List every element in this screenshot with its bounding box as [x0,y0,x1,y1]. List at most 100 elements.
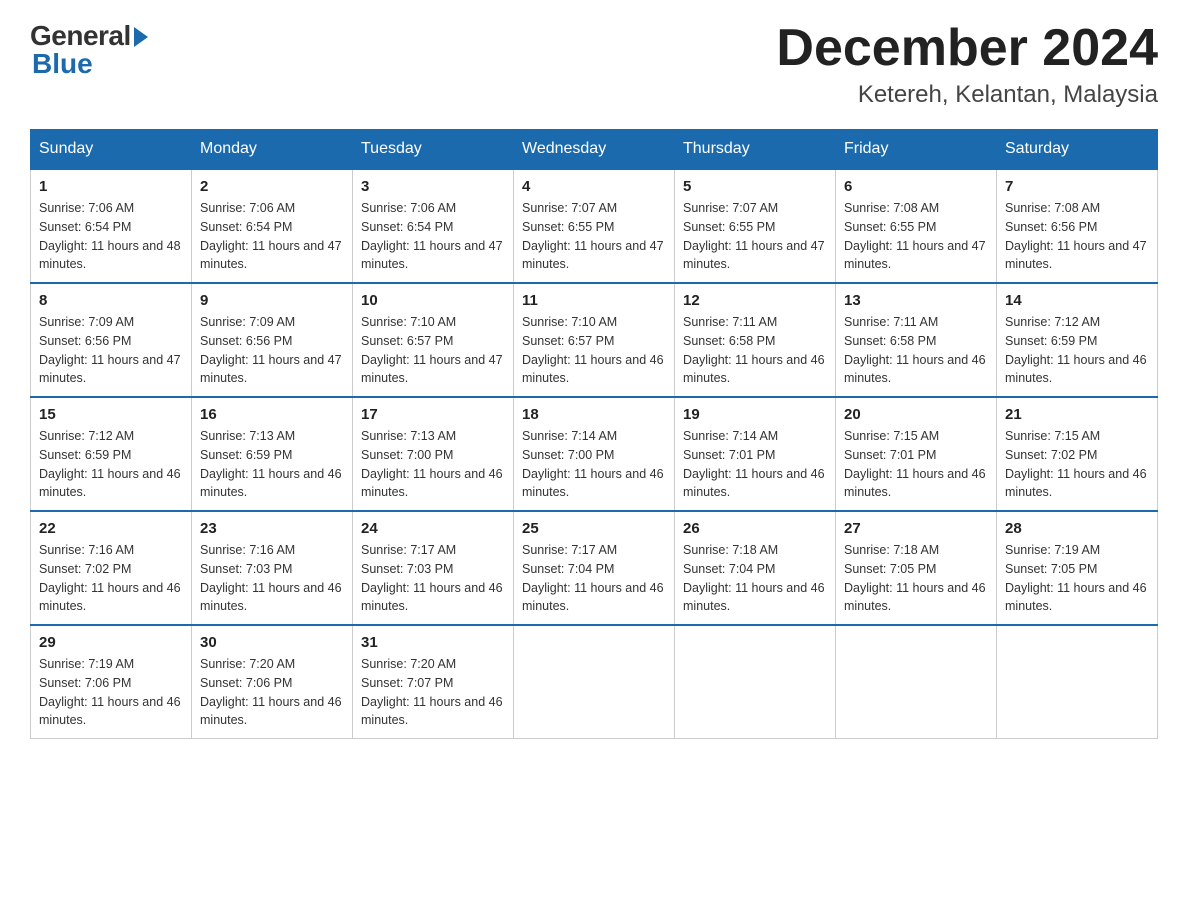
day-info: Sunrise: 7:07 AMSunset: 6:55 PMDaylight:… [683,199,827,274]
day-number: 7 [1005,178,1149,195]
day-number: 1 [39,178,183,195]
day-info: Sunrise: 7:19 AMSunset: 7:06 PMDaylight:… [39,655,183,730]
table-row: 20 Sunrise: 7:15 AMSunset: 7:01 PMDaylig… [836,397,997,511]
table-row: 30 Sunrise: 7:20 AMSunset: 7:06 PMDaylig… [192,625,353,739]
table-row: 3 Sunrise: 7:06 AMSunset: 6:54 PMDayligh… [353,169,514,283]
day-number: 13 [844,292,988,309]
day-number: 27 [844,520,988,537]
day-info: Sunrise: 7:07 AMSunset: 6:55 PMDaylight:… [522,199,666,274]
table-row [997,625,1158,739]
page-header: General Blue December 2024 Ketereh, Kela… [30,20,1158,109]
day-number: 8 [39,292,183,309]
table-row [836,625,997,739]
table-row: 12 Sunrise: 7:11 AMSunset: 6:58 PMDaylig… [675,283,836,397]
table-row: 26 Sunrise: 7:18 AMSunset: 7:04 PMDaylig… [675,511,836,625]
day-number: 3 [361,178,505,195]
col-thursday: Thursday [675,130,836,170]
calendar-week-row: 1 Sunrise: 7:06 AMSunset: 6:54 PMDayligh… [31,169,1158,283]
calendar-week-row: 29 Sunrise: 7:19 AMSunset: 7:06 PMDaylig… [31,625,1158,739]
day-info: Sunrise: 7:06 AMSunset: 6:54 PMDaylight:… [39,199,183,274]
table-row: 22 Sunrise: 7:16 AMSunset: 7:02 PMDaylig… [31,511,192,625]
day-number: 20 [844,406,988,423]
day-number: 2 [200,178,344,195]
day-info: Sunrise: 7:17 AMSunset: 7:04 PMDaylight:… [522,541,666,616]
day-info: Sunrise: 7:13 AMSunset: 6:59 PMDaylight:… [200,427,344,502]
col-friday: Friday [836,130,997,170]
day-info: Sunrise: 7:18 AMSunset: 7:04 PMDaylight:… [683,541,827,616]
logo-blue-text: Blue [32,48,93,80]
table-row: 21 Sunrise: 7:15 AMSunset: 7:02 PMDaylig… [997,397,1158,511]
table-row: 15 Sunrise: 7:12 AMSunset: 6:59 PMDaylig… [31,397,192,511]
logo-arrow-icon [134,27,148,47]
day-number: 15 [39,406,183,423]
day-number: 31 [361,634,505,651]
table-row: 25 Sunrise: 7:17 AMSunset: 7:04 PMDaylig… [514,511,675,625]
calendar-week-row: 22 Sunrise: 7:16 AMSunset: 7:02 PMDaylig… [31,511,1158,625]
day-info: Sunrise: 7:13 AMSunset: 7:00 PMDaylight:… [361,427,505,502]
table-row: 16 Sunrise: 7:13 AMSunset: 6:59 PMDaylig… [192,397,353,511]
day-number: 30 [200,634,344,651]
day-info: Sunrise: 7:10 AMSunset: 6:57 PMDaylight:… [361,313,505,388]
table-row: 18 Sunrise: 7:14 AMSunset: 7:00 PMDaylig… [514,397,675,511]
day-number: 16 [200,406,344,423]
title-section: December 2024 Ketereh, Kelantan, Malaysi… [776,20,1158,109]
table-row: 28 Sunrise: 7:19 AMSunset: 7:05 PMDaylig… [997,511,1158,625]
table-row: 7 Sunrise: 7:08 AMSunset: 6:56 PMDayligh… [997,169,1158,283]
day-info: Sunrise: 7:11 AMSunset: 6:58 PMDaylight:… [683,313,827,388]
day-number: 18 [522,406,666,423]
day-number: 10 [361,292,505,309]
table-row: 31 Sunrise: 7:20 AMSunset: 7:07 PMDaylig… [353,625,514,739]
day-info: Sunrise: 7:09 AMSunset: 6:56 PMDaylight:… [200,313,344,388]
day-info: Sunrise: 7:20 AMSunset: 7:07 PMDaylight:… [361,655,505,730]
table-row [675,625,836,739]
day-number: 19 [683,406,827,423]
table-row: 5 Sunrise: 7:07 AMSunset: 6:55 PMDayligh… [675,169,836,283]
day-info: Sunrise: 7:14 AMSunset: 7:01 PMDaylight:… [683,427,827,502]
day-number: 4 [522,178,666,195]
day-number: 11 [522,292,666,309]
table-row: 19 Sunrise: 7:14 AMSunset: 7:01 PMDaylig… [675,397,836,511]
table-row: 11 Sunrise: 7:10 AMSunset: 6:57 PMDaylig… [514,283,675,397]
day-number: 17 [361,406,505,423]
day-info: Sunrise: 7:15 AMSunset: 7:02 PMDaylight:… [1005,427,1149,502]
day-info: Sunrise: 7:16 AMSunset: 7:03 PMDaylight:… [200,541,344,616]
day-info: Sunrise: 7:12 AMSunset: 6:59 PMDaylight:… [1005,313,1149,388]
day-info: Sunrise: 7:15 AMSunset: 7:01 PMDaylight:… [844,427,988,502]
col-wednesday: Wednesday [514,130,675,170]
day-info: Sunrise: 7:08 AMSunset: 6:55 PMDaylight:… [844,199,988,274]
day-number: 5 [683,178,827,195]
day-info: Sunrise: 7:17 AMSunset: 7:03 PMDaylight:… [361,541,505,616]
col-tuesday: Tuesday [353,130,514,170]
table-row: 13 Sunrise: 7:11 AMSunset: 6:58 PMDaylig… [836,283,997,397]
day-info: Sunrise: 7:16 AMSunset: 7:02 PMDaylight:… [39,541,183,616]
day-number: 9 [200,292,344,309]
calendar-week-row: 8 Sunrise: 7:09 AMSunset: 6:56 PMDayligh… [31,283,1158,397]
table-row: 8 Sunrise: 7:09 AMSunset: 6:56 PMDayligh… [31,283,192,397]
day-number: 24 [361,520,505,537]
table-row: 4 Sunrise: 7:07 AMSunset: 6:55 PMDayligh… [514,169,675,283]
day-number: 23 [200,520,344,537]
day-number: 21 [1005,406,1149,423]
day-info: Sunrise: 7:20 AMSunset: 7:06 PMDaylight:… [200,655,344,730]
table-row: 1 Sunrise: 7:06 AMSunset: 6:54 PMDayligh… [31,169,192,283]
table-row: 17 Sunrise: 7:13 AMSunset: 7:00 PMDaylig… [353,397,514,511]
day-number: 6 [844,178,988,195]
table-row: 9 Sunrise: 7:09 AMSunset: 6:56 PMDayligh… [192,283,353,397]
calendar-header-row: Sunday Monday Tuesday Wednesday Thursday… [31,130,1158,170]
day-info: Sunrise: 7:12 AMSunset: 6:59 PMDaylight:… [39,427,183,502]
day-info: Sunrise: 7:06 AMSunset: 6:54 PMDaylight:… [200,199,344,274]
col-saturday: Saturday [997,130,1158,170]
col-monday: Monday [192,130,353,170]
logo: General Blue [30,20,148,80]
table-row: 6 Sunrise: 7:08 AMSunset: 6:55 PMDayligh… [836,169,997,283]
table-row: 14 Sunrise: 7:12 AMSunset: 6:59 PMDaylig… [997,283,1158,397]
day-number: 28 [1005,520,1149,537]
day-number: 29 [39,634,183,651]
location-title: Ketereh, Kelantan, Malaysia [776,81,1158,109]
day-info: Sunrise: 7:10 AMSunset: 6:57 PMDaylight:… [522,313,666,388]
day-info: Sunrise: 7:14 AMSunset: 7:00 PMDaylight:… [522,427,666,502]
table-row: 2 Sunrise: 7:06 AMSunset: 6:54 PMDayligh… [192,169,353,283]
month-title: December 2024 [776,20,1158,77]
table-row: 10 Sunrise: 7:10 AMSunset: 6:57 PMDaylig… [353,283,514,397]
calendar-table: Sunday Monday Tuesday Wednesday Thursday… [30,129,1158,739]
